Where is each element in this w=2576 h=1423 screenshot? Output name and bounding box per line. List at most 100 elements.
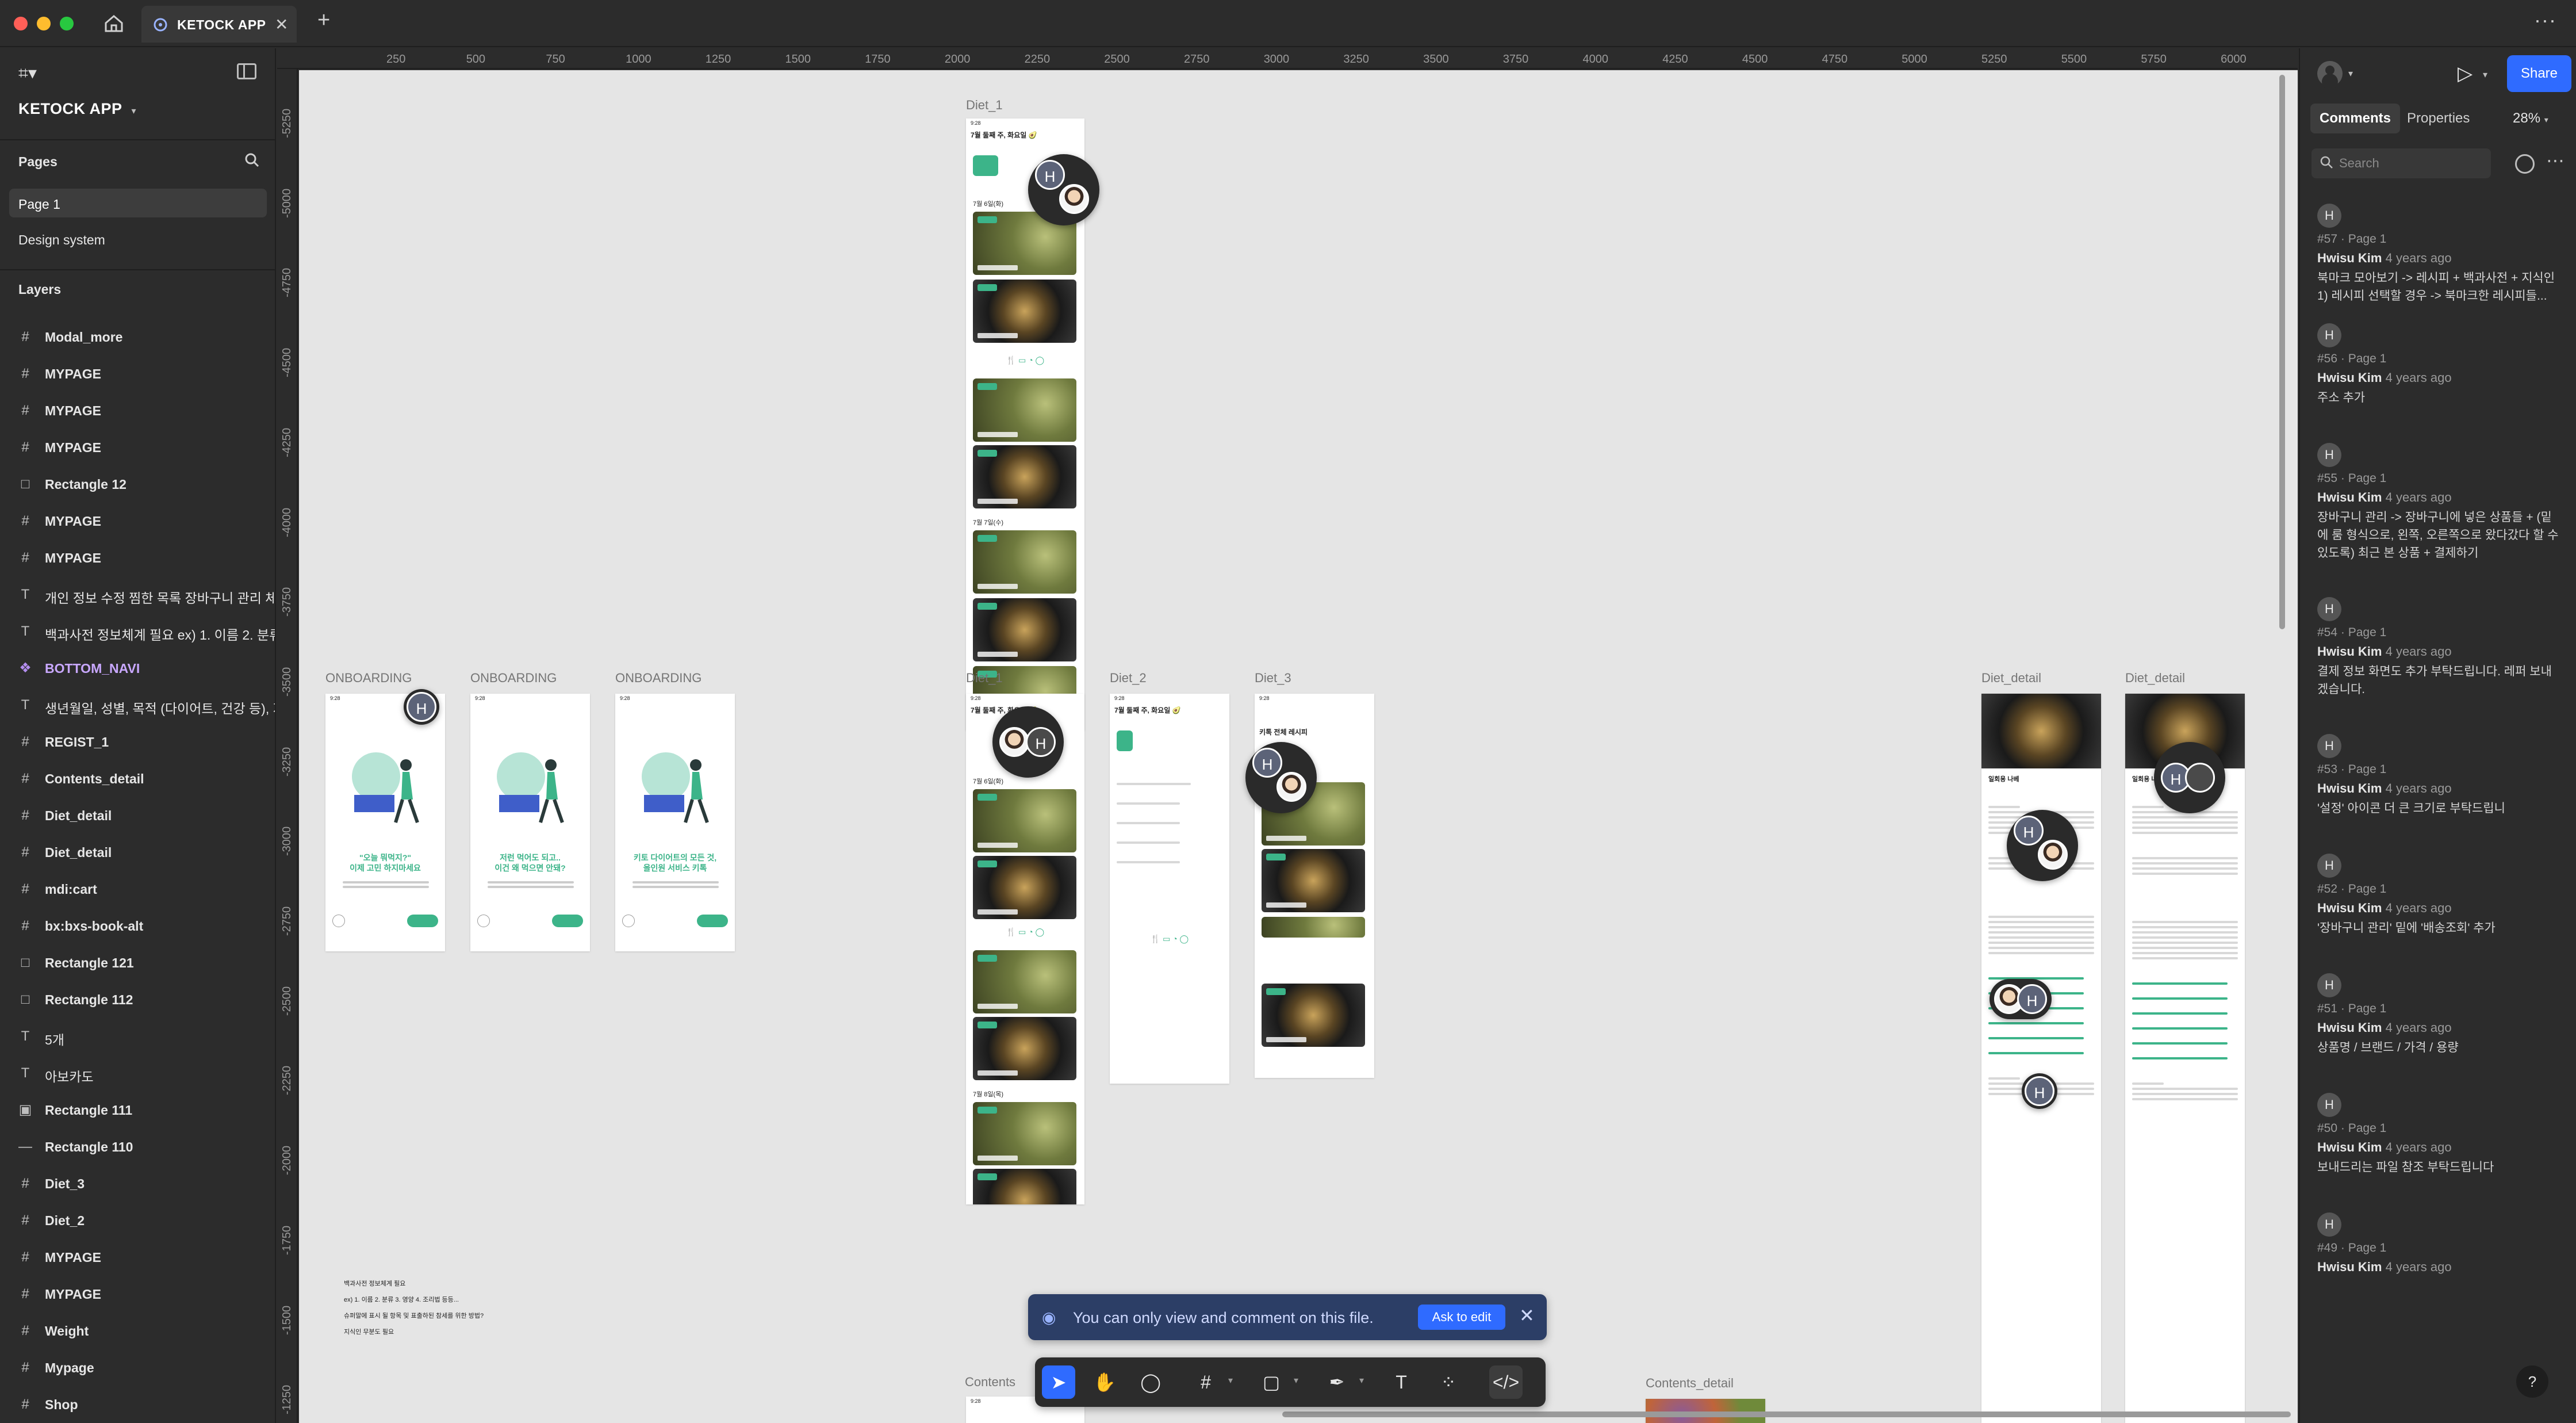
user-avatar[interactable] [2317,61,2343,86]
close-icon[interactable]: ✕ [275,15,288,34]
frame-label-onboarding[interactable]: ONBOARDING [615,671,702,686]
chevron-down-icon[interactable]: ▾ [2348,68,2353,79]
frame-label-diet-1[interactable]: Diet_1 [966,671,1003,686]
frame-label-diet-1[interactable]: Diet_1 [966,98,1003,113]
filter-icon[interactable] [2515,154,2535,174]
toggle-sidebar-icon[interactable] [237,63,256,79]
comment-avatar-cluster[interactable]: H [2007,810,2078,881]
layer-item[interactable]: T 생년월일, 성별, 목적 (다이어트, 건강 등), 지병 [0,687,275,724]
frame-label-contents[interactable]: Contents [965,1375,1015,1390]
frame-label-diet-3[interactable]: Diet_3 [1255,671,1291,686]
zoom-level[interactable]: 28% ▾ [2513,110,2548,127]
food-card[interactable] [973,856,1076,919]
layer-item[interactable]: # MYPAGE [0,1239,275,1276]
layer-item[interactable]: # REGIST_1 [0,724,275,760]
comment-avatar-cluster[interactable]: H [1028,154,1099,225]
food-card[interactable] [973,280,1076,343]
help-button[interactable]: ? [2516,1365,2548,1398]
layer-item[interactable]: # Weight [0,1313,275,1349]
ask-to-edit-button[interactable]: Ask to edit [1418,1305,1505,1330]
food-card[interactable] [973,789,1076,852]
onboarding-frame-1[interactable]: 9:28 "오늘 뭐먹지?" 이제 고민 하지마세요 [325,694,445,951]
onboarding-frame-2[interactable]: 9:28 저런 먹어도 되고.. 이건 왜 먹으면 안돼? [470,694,590,951]
diet-detail-frame-1[interactable]: 일회용 나베 [1981,694,2101,1423]
layer-item[interactable]: ❖ BOTTOM_NAVI [0,650,275,687]
comment-search-input[interactable] [2312,148,2491,178]
frame-label-onboarding[interactable]: ONBOARDING [325,671,412,686]
vertical-scrollbar[interactable] [2279,75,2285,629]
pen-tool-icon[interactable]: ✒ [1320,1365,1354,1399]
tab-comments[interactable]: Comments [2310,104,2401,133]
food-card[interactable] [973,1102,1076,1165]
onboarding-frame-3[interactable]: 9:28 키토 다이어트의 모든 것, 올인원 서비스 키톡 [615,694,735,951]
layer-item[interactable]: # MYPAGE [0,540,275,576]
frame-label-contents-detail[interactable]: Contents_detail [1646,1376,1734,1391]
food-card[interactable] [973,378,1076,442]
layer-item[interactable]: # Diet_2 [0,1202,275,1239]
food-card[interactable] [973,950,1076,1013]
search-icon[interactable] [244,152,260,168]
layer-item[interactable]: # Contents_detail [0,760,275,797]
next-button[interactable] [697,915,728,927]
chevron-down-icon[interactable]: ▾ [1359,1375,1364,1386]
frame-label-diet-detail[interactable]: Diet_detail [1981,671,2041,686]
layer-item[interactable]: # Diet_detail [0,797,275,834]
back-button[interactable] [622,915,635,927]
layer-item[interactable]: — Rectangle 110 [0,1129,275,1165]
layer-item[interactable]: T 개인 정보 수정 찜한 목록 장바구니 관리 체중관 [0,576,275,613]
contents-detail-frame[interactable] [1646,1399,1765,1423]
date-chip-selected[interactable] [1117,730,1133,751]
layer-item[interactable]: # Diet_3 [0,1165,275,1202]
more-icon[interactable]: ··· [2534,8,2556,32]
layer-item[interactable]: T 아보카도 [0,1055,275,1092]
layer-item[interactable]: # mdi:cart [0,871,275,908]
layer-item[interactable]: # Mypage [0,1349,275,1386]
back-button[interactable] [332,915,345,927]
resources-tool-icon[interactable]: ⁘ [1432,1365,1465,1399]
dev-mode-icon[interactable]: </> [1489,1365,1523,1399]
chevron-down-icon[interactable]: ▾ [2483,69,2487,81]
chevron-down-icon[interactable]: ▾ [1294,1375,1298,1386]
food-card[interactable] [973,598,1076,661]
horizontal-scrollbar[interactable] [1282,1411,2291,1417]
comment-avatar[interactable]: H [404,689,439,725]
comment-tool-icon[interactable]: ◯ [1134,1365,1167,1399]
layer-item[interactable]: T 5개 [0,1018,275,1055]
page-item-design-system[interactable]: Design system [9,224,267,253]
plus-icon[interactable]: + [317,8,330,33]
layer-item[interactable]: □ Rectangle 12 [0,466,275,503]
food-card[interactable] [973,530,1076,594]
close-icon[interactable]: ✕ [1519,1305,1535,1326]
layer-item[interactable]: □ Rectangle 121 [0,944,275,981]
layer-item[interactable]: # MYPAGE [0,355,275,392]
frame-label-onboarding[interactable]: ONBOARDING [470,671,557,686]
layer-item[interactable]: T 백과사전 정보체계 필요 ex) 1. 이름 2. 분류 3 [0,613,275,650]
main-menu-icon[interactable]: ⌗▾ [18,63,37,83]
close-window-button[interactable] [14,17,28,30]
comment-avatar-cluster[interactable]: H [992,706,1064,778]
next-button[interactable] [407,915,438,927]
layer-item[interactable]: # Modal_more [0,319,275,355]
back-button[interactable] [477,915,490,927]
zoom-window-button[interactable] [60,17,74,30]
tab-properties[interactable]: Properties [2398,104,2479,133]
diet-2-frame[interactable]: 9:28 7월 둘째 주, 화요일 🥑 🍴 ▭ ◔ ◯ [1110,694,1229,1084]
comment-avatar-cluster[interactable]: H [2154,742,2225,813]
hand-tool-icon[interactable]: ✋ [1088,1365,1121,1399]
home-icon[interactable] [101,12,126,36]
more-icon[interactable]: ⋯ [2546,150,2564,171]
frame-label-diet-detail[interactable]: Diet_detail [2125,671,2185,686]
layer-item[interactable]: # Diet_detail [0,834,275,871]
food-card[interactable] [973,445,1076,508]
layer-item[interactable]: □ Rectangle 112 [0,981,275,1018]
comment-avatar-cluster[interactable]: H [1245,742,1317,813]
food-card[interactable] [973,1017,1076,1080]
project-name[interactable]: KETOCK APP ▾ [18,100,136,118]
frame-label-diet-2[interactable]: Diet_2 [1110,671,1147,686]
file-tab[interactable]: KETOCK APP ✕ [141,6,297,43]
layer-item[interactable]: # MYPAGE [0,429,275,466]
next-button[interactable] [552,915,583,927]
layer-item[interactable]: # bx:bxs-book-alt [0,908,275,944]
layer-item[interactable]: # MYPAGE [0,503,275,540]
food-card[interactable] [1262,917,1365,938]
